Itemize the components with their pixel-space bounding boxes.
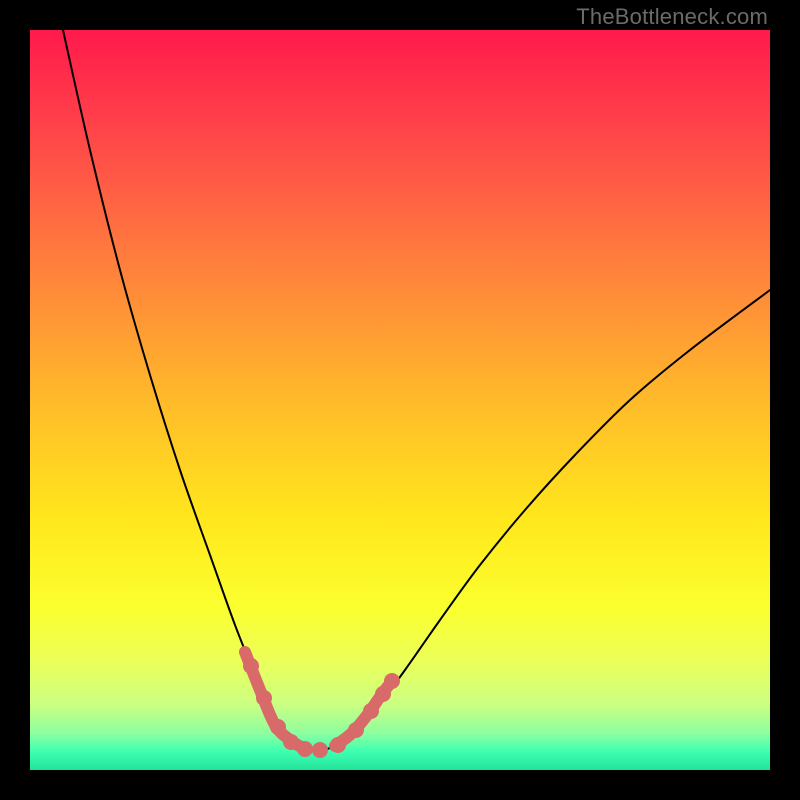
chart-background-gradient — [30, 30, 770, 770]
chart-frame — [30, 30, 770, 770]
attribution-text: TheBottleneck.com — [576, 4, 768, 30]
